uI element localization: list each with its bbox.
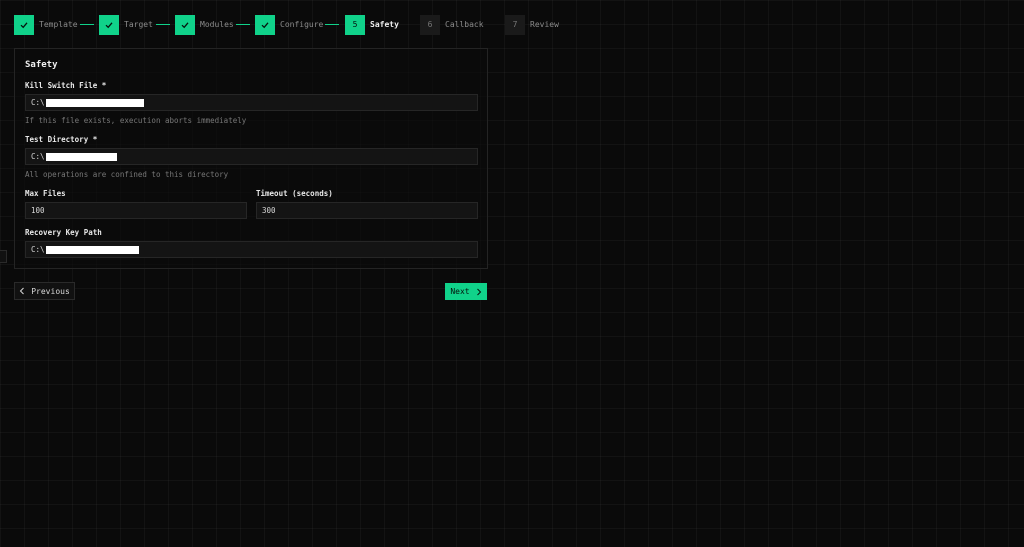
recovery-key-label: Recovery Key Path [25,228,102,237]
recovery-key-value: C:\ [31,245,45,254]
max-files-input[interactable]: 100 [25,202,247,219]
side-panel-handle[interactable] [0,250,7,263]
test-directory-hint: All operations are confined to this dire… [25,170,229,179]
timeout-label: Timeout (seconds) [256,189,333,198]
previous-label: Previous [31,286,70,296]
next-button[interactable]: Next [445,283,487,300]
test-directory-label: Test Directory * [25,135,98,144]
next-label: Next [450,287,470,296]
chevron-left-icon [20,287,25,295]
step-connector [325,24,339,25]
step-callback[interactable]: 6 Callback [420,14,484,35]
check-icon [99,14,119,35]
redacted-block [45,245,139,254]
step-target[interactable]: Target [99,14,153,35]
card-title: Safety [25,60,58,70]
kill-switch-input[interactable]: C:\ [25,94,478,111]
kill-switch-hint: If this file exists, execution aborts im… [25,116,247,125]
step-number-badge: 5 [345,14,365,35]
check-icon [14,14,34,35]
step-template[interactable]: Template [14,14,78,35]
chevron-right-icon [476,288,481,295]
step-safety[interactable]: 5 Safety [345,14,399,35]
recovery-key-input[interactable]: C:\ [25,241,478,258]
test-directory-input[interactable]: C:\ [25,148,478,165]
step-label-modules: Modules [200,20,234,29]
max-files-label: Max Files [25,189,66,198]
step-label-configure: Configure [280,20,324,29]
step-connector [236,24,250,25]
safety-card: Safety Kill Switch File * C:\ If this fi… [14,48,488,269]
redacted-block [45,152,117,161]
step-label-template: Template [39,20,78,29]
redacted-block [45,98,144,107]
previous-button[interactable]: Previous [14,282,75,300]
step-connector [80,24,94,25]
check-icon [255,14,275,35]
step-label-target: Target [124,20,153,29]
wizard-stepper: Template Target Modules Configure 5 Safe… [14,14,614,35]
kill-switch-value: C:\ [31,98,45,107]
timeout-input[interactable]: 300 [256,202,478,219]
step-label-safety: Safety [370,20,399,29]
step-modules[interactable]: Modules [175,14,234,35]
step-configure[interactable]: Configure [255,14,323,35]
step-review[interactable]: 7 Review [505,14,559,35]
step-number-badge: 7 [505,14,525,35]
test-directory-value: C:\ [31,152,45,161]
check-icon [175,14,195,35]
step-connector [156,24,170,25]
step-label-callback: Callback [445,20,484,29]
kill-switch-label: Kill Switch File * [25,81,107,90]
step-label-review: Review [530,20,559,29]
step-number-badge: 6 [420,14,440,35]
